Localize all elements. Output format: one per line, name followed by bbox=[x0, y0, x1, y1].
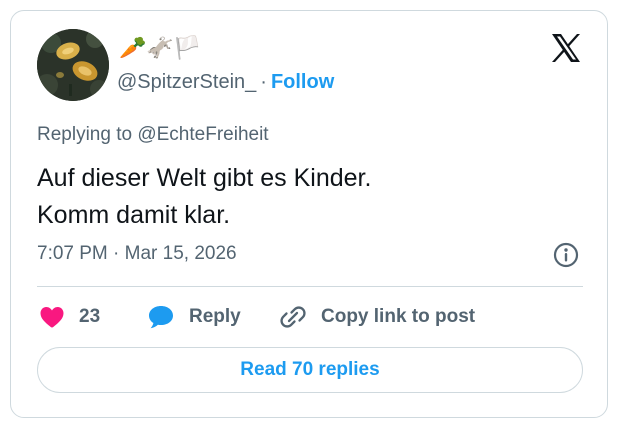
tweet-text: Auf dieser Welt gibt es Kinder. Komm dam… bbox=[37, 160, 371, 234]
tweet-line: Komm damit klar. bbox=[37, 201, 231, 229]
follow-button[interactable]: Follow bbox=[271, 71, 334, 93]
info-icon[interactable] bbox=[553, 242, 579, 268]
handle-row: @SpitzerStein_ · Follow bbox=[117, 69, 334, 95]
avatar-image bbox=[37, 29, 109, 101]
like-button[interactable]: 23 bbox=[39, 300, 100, 334]
display-name[interactable]: 🥕🫏🏳️ bbox=[119, 33, 201, 63]
divider bbox=[37, 286, 583, 287]
copy-link-label: Copy link to post bbox=[321, 306, 476, 327]
replying-to-handle[interactable]: @EchteFreiheit bbox=[137, 124, 268, 145]
read-replies-label: Read 70 replies bbox=[240, 359, 380, 380]
tweet-line: Auf dieser Welt gibt es Kinder. bbox=[37, 164, 372, 192]
link-icon bbox=[279, 303, 307, 331]
avatar[interactable] bbox=[37, 29, 109, 101]
heart-icon bbox=[39, 305, 65, 329]
timestamp[interactable]: 7:07 PM · Mar 15, 2026 bbox=[37, 241, 237, 267]
replying-to: Replying to @EchteFreiheit bbox=[37, 122, 269, 148]
user-handle[interactable]: @SpitzerStein_ bbox=[117, 71, 256, 93]
reply-label: Reply bbox=[189, 306, 241, 327]
read-replies-button[interactable]: Read 70 replies bbox=[37, 347, 583, 393]
x-logo-icon[interactable] bbox=[549, 31, 583, 65]
replying-prefix: Replying to bbox=[37, 124, 138, 145]
tweet-card: 🥕🫏🏳️ @SpitzerStein_ · Follow Replying to @… bbox=[10, 10, 608, 418]
separator-dot: · bbox=[260, 71, 267, 93]
reply-button[interactable]: Reply bbox=[147, 300, 241, 334]
like-count: 23 bbox=[79, 306, 101, 327]
copy-link-button[interactable]: Copy link to post bbox=[279, 300, 475, 334]
speech-bubble-icon bbox=[147, 304, 175, 330]
